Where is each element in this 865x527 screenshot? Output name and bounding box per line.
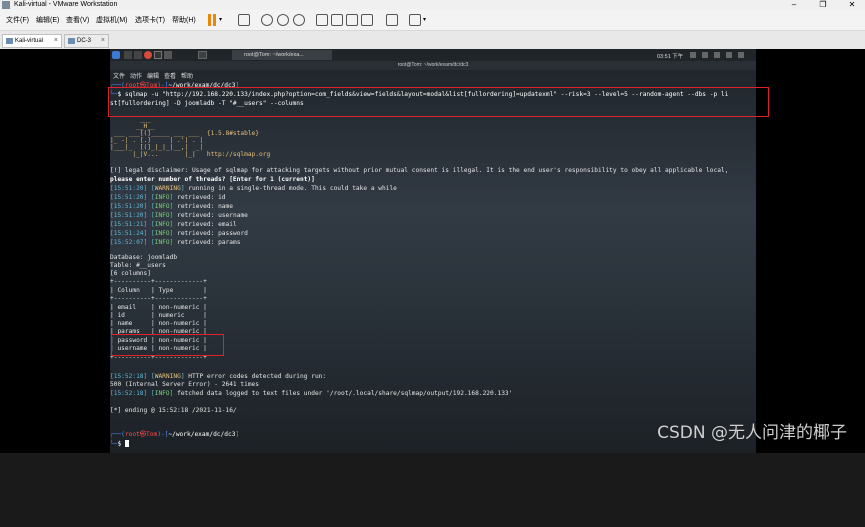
menu-vm[interactable]: 虚拟机(M) xyxy=(96,15,128,25)
revert-snapshot-icon[interactable] xyxy=(277,14,289,26)
send-keys-icon[interactable] xyxy=(238,14,250,26)
error-count-line: 500 (Internal Server Error) - 2641 times xyxy=(110,381,260,388)
highlight-command-box xyxy=(108,87,769,117)
terminal-launcher-icon[interactable] xyxy=(154,51,162,59)
terminal-menu-view[interactable]: 查看 xyxy=(164,71,176,80)
snapshot-icon[interactable] xyxy=(261,14,273,26)
log-line: [15:51:20] [INFO] retrieved: id xyxy=(110,194,226,201)
csdn-watermark: CSDN @无人问津的椰子 xyxy=(657,423,847,443)
pause-dropdown-icon[interactable]: ▾ xyxy=(219,16,222,23)
vm-icon xyxy=(68,38,75,44)
log-line: [15:51:21] [INFO] retrieved: email xyxy=(110,221,237,228)
stretch-dropdown-icon[interactable]: ▾ xyxy=(423,16,426,23)
kali-desktop: root@Tom: ~/work/exa... 03:51 下午 root@To… xyxy=(108,49,769,453)
ending-line: [*] ending @ 15:52:18 /2021-11-16/ xyxy=(110,407,237,414)
console-icon[interactable] xyxy=(386,14,398,26)
tab-label: Kali-virtual xyxy=(15,38,44,44)
tab-label: DC-3 xyxy=(77,38,92,44)
app-icon[interactable] xyxy=(164,51,172,59)
vm-icon xyxy=(6,38,13,44)
log-line: [15:51:20] [WARNING] running in a single… xyxy=(110,185,397,192)
close-button[interactable]: ✕ xyxy=(842,0,862,10)
log-line: [15:52:07] [INFO] retrieved: params xyxy=(110,239,241,246)
disclaimer-line: [!] legal disclaimer: Usage of sqlmap fo… xyxy=(110,167,729,174)
unity-icon[interactable] xyxy=(361,14,373,26)
close-tab-icon[interactable]: × xyxy=(101,35,105,47)
tab-kali-virtual[interactable]: Kali-virtual × xyxy=(2,34,62,48)
threads-prompt: please enter number of threads? [Enter f… xyxy=(110,176,315,183)
terminal-cursor xyxy=(124,440,129,447)
tab-dc-3[interactable]: DC-3 × xyxy=(64,34,109,48)
files-icon[interactable] xyxy=(134,51,142,59)
snapshot-manager-icon[interactable] xyxy=(293,14,305,26)
vm-screen[interactable]: root@Tom: ~/work/exa... 03:51 下午 root@To… xyxy=(0,49,865,453)
terminal-output[interactable]: ┌──(root㉿Tom)-[~/work/exam/dc/dc3] └─$ s… xyxy=(110,80,756,453)
terminal-menubar: 文件 动作 编辑 查看 帮助 xyxy=(110,70,756,80)
minimize-button[interactable]: – xyxy=(784,0,804,10)
window-titlebar: Kali-virtual - VMware Workstation – ❐ ✕ xyxy=(0,0,865,10)
terminal-menu-edit[interactable]: 编辑 xyxy=(147,71,159,80)
library-icon[interactable] xyxy=(316,14,328,26)
banner-line: |_|V... |_| http://sqlmap.org xyxy=(110,151,271,158)
menu-tabs[interactable]: 选项卡(T) xyxy=(135,15,165,25)
log-line: [15:51:20] [INFO] retrieved: name xyxy=(110,203,233,210)
terminal-menu-help[interactable]: 帮助 xyxy=(181,71,193,80)
menu-view[interactable]: 查看(V) xyxy=(66,15,89,25)
power-icon[interactable] xyxy=(738,52,744,58)
menu-file[interactable]: 文件(F) xyxy=(6,15,29,25)
restore-button[interactable]: ❐ xyxy=(813,0,833,10)
fullscreen-icon[interactable] xyxy=(346,14,358,26)
volume-icon[interactable] xyxy=(702,52,708,58)
table-border: +----------+-------------+ xyxy=(110,295,207,302)
workspace-icon[interactable] xyxy=(124,51,132,59)
panel-task-label: root@Tom: ~/work/exa... xyxy=(244,52,304,58)
panel-window-icon[interactable] xyxy=(198,51,207,59)
terminal-menu-file[interactable]: 文件 xyxy=(113,71,125,80)
kali-menu-icon[interactable] xyxy=(112,51,120,59)
browser-icon[interactable] xyxy=(144,51,152,59)
menu-help[interactable]: 帮助(H) xyxy=(172,15,196,25)
window-title: Kali-virtual - VMware Workstation xyxy=(14,1,118,8)
tab-bar: Kali-virtual × DC-3 × xyxy=(0,31,865,49)
menubar: 文件(F) 编辑(E) 查看(V) 虚拟机(M) 选项卡(T) 帮助(H) ▾ … xyxy=(0,10,865,31)
highlight-password-box xyxy=(111,334,224,356)
terminal-menu-actions[interactable]: 动作 xyxy=(130,71,142,80)
log-line: [15:51:24] [INFO] retrieved: password xyxy=(110,230,248,237)
thumbnail-icon[interactable] xyxy=(331,14,343,26)
table-border: +----------+-------------+ xyxy=(110,278,207,285)
battery-icon[interactable] xyxy=(714,52,720,58)
log-line: [15:51:20] [INFO] retrieved: username xyxy=(110,212,248,219)
menu-edit[interactable]: 编辑(E) xyxy=(36,15,59,25)
log-line: [15:52:18] [INFO] fetched data logged to… xyxy=(110,390,513,397)
panel-task-button[interactable]: root@Tom: ~/work/exa... xyxy=(232,50,332,60)
pause-icon[interactable] xyxy=(207,14,217,26)
stretch-icon[interactable] xyxy=(409,14,421,26)
terminal-window-title: root@Tom: ~/work/exam/dc/dc3 xyxy=(110,61,756,70)
close-tab-icon[interactable]: × xyxy=(54,35,58,47)
lock-icon[interactable] xyxy=(726,52,732,58)
network-icon[interactable] xyxy=(690,52,696,58)
vmware-logo-icon xyxy=(2,1,10,9)
panel-clock: 03:51 下午 xyxy=(657,54,684,60)
